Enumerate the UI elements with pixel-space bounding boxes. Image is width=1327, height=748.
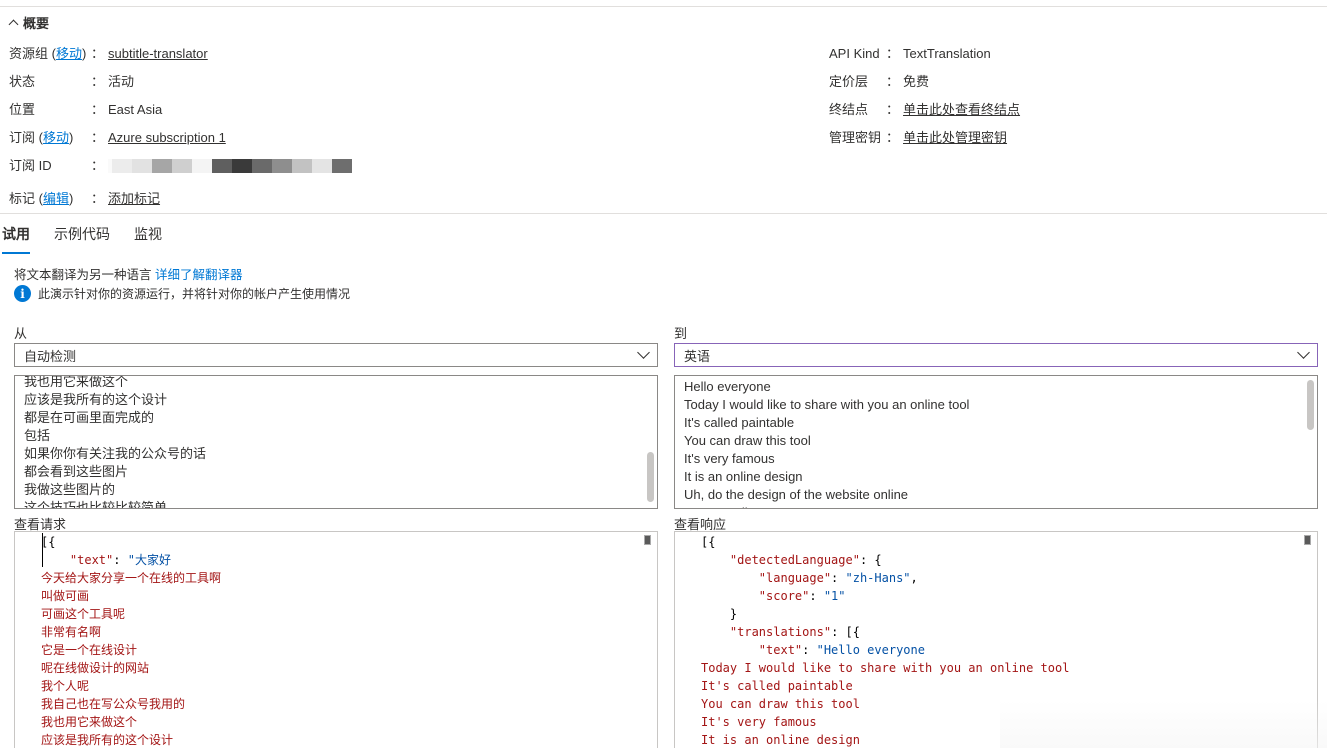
source-scrollbar[interactable] bbox=[647, 452, 654, 502]
usage-info: i 此演示针对你的资源运行，并将针对你的帐户产生使用情况 bbox=[14, 285, 350, 302]
pricing-tier-value: 免费 bbox=[903, 74, 930, 89]
translated-text: Hello everyone Today I would like to sha… bbox=[684, 379, 970, 508]
request-json: [{ "text": "大家好 今天给大家分享一个在线的工具啊 叫做可画 可画这… bbox=[41, 535, 222, 747]
prop-manage-keys: 管理密钥 ： 单击此处管理密钥 bbox=[829, 130, 1008, 146]
info-icon: i bbox=[14, 285, 31, 302]
usage-info-text: 此演示针对你的资源运行，并将针对你的帐户产生使用情况 bbox=[38, 287, 351, 301]
translated-text-output[interactable]: Hello everyone Today I would like to sha… bbox=[674, 375, 1318, 509]
prop-resource-group: 资源组 (移动) ： subtitle-translator bbox=[9, 46, 208, 62]
endpoint-link[interactable]: 单击此处查看终结点 bbox=[903, 102, 1020, 118]
tab-bar: 试用 示例代码 监视 bbox=[2, 224, 186, 254]
translation-scrollbar[interactable] bbox=[1307, 380, 1314, 430]
from-label: 从 bbox=[14, 326, 28, 341]
prop-tags: 标记 (编辑) ： 添加标记 bbox=[9, 191, 161, 207]
to-label: 到 bbox=[674, 326, 688, 341]
from-language-value: 自动检测 bbox=[24, 348, 77, 364]
chevron-down-icon bbox=[1297, 346, 1310, 359]
prop-api-kind: API Kind ： TextTranslation bbox=[829, 46, 991, 61]
chevron-up-icon bbox=[9, 18, 18, 27]
prop-endpoint: 终结点 ： 单击此处查看终结点 bbox=[829, 102, 1021, 118]
prop-subscription: 订阅 (移动) ： Azure subscription 1 bbox=[9, 130, 226, 146]
move-subscription-link[interactable]: 移动 bbox=[43, 130, 69, 145]
move-resource-group-link[interactable]: 移动 bbox=[56, 46, 82, 61]
minimap-slider[interactable] bbox=[1304, 535, 1311, 545]
bottom-shadow bbox=[1000, 700, 1327, 748]
to-language-value: 英语 bbox=[684, 348, 711, 364]
text-cursor bbox=[42, 533, 43, 567]
overview-title: 概要 bbox=[23, 16, 50, 31]
subscription-id-redacted bbox=[108, 159, 353, 173]
prop-status: 状态 ： 活动 bbox=[9, 74, 135, 89]
learn-more-link[interactable]: 详细了解翻译器 bbox=[155, 268, 243, 282]
prop-location: 位置 ： East Asia bbox=[9, 102, 163, 117]
request-code-editor[interactable]: [{ "text": "大家好 今天给大家分享一个在线的工具啊 叫做可画 可画这… bbox=[14, 531, 658, 748]
tab-try-it[interactable]: 试用 bbox=[2, 224, 30, 254]
prop-key: 资源组 (移动) bbox=[9, 46, 87, 61]
from-language-select[interactable]: 自动检测 bbox=[14, 343, 658, 367]
location-value: East Asia bbox=[108, 102, 163, 117]
minimap-slider[interactable] bbox=[644, 535, 651, 545]
tryout-description: 将文本翻译为另一种语言 详细了解翻译器 bbox=[14, 268, 243, 282]
subscription-link[interactable]: Azure subscription 1 bbox=[108, 130, 226, 146]
status-value: 活动 bbox=[108, 74, 135, 89]
section-divider bbox=[0, 213, 1327, 214]
manage-keys-link[interactable]: 单击此处管理密钥 bbox=[903, 130, 1007, 146]
source-text-input[interactable]: 我也用它来做这个 应该是我所有的这个设计 都是在可画里面完成的 包括 如果你你有… bbox=[14, 375, 658, 509]
edit-tags-link[interactable]: 编辑 bbox=[43, 191, 69, 206]
chevron-down-icon bbox=[637, 346, 650, 359]
tab-monitoring[interactable]: 监视 bbox=[134, 224, 162, 254]
add-tags-link[interactable]: 添加标记 bbox=[108, 191, 160, 207]
to-language-select[interactable]: 英语 bbox=[674, 343, 1318, 367]
prop-subscription-id: 订阅 ID ： bbox=[9, 158, 353, 174]
tab-sample-code[interactable]: 示例代码 bbox=[54, 224, 110, 254]
top-divider bbox=[0, 6, 1327, 7]
source-text: 我也用它来做这个 应该是我所有的这个设计 都是在可画里面完成的 包括 如果你你有… bbox=[24, 375, 207, 509]
resource-group-link[interactable]: subtitle-translator bbox=[108, 46, 208, 62]
api-kind-value: TextTranslation bbox=[903, 46, 991, 61]
prop-pricing-tier: 定价层 ： 免费 bbox=[829, 74, 930, 89]
overview-toggle[interactable]: 概要 bbox=[9, 13, 49, 32]
